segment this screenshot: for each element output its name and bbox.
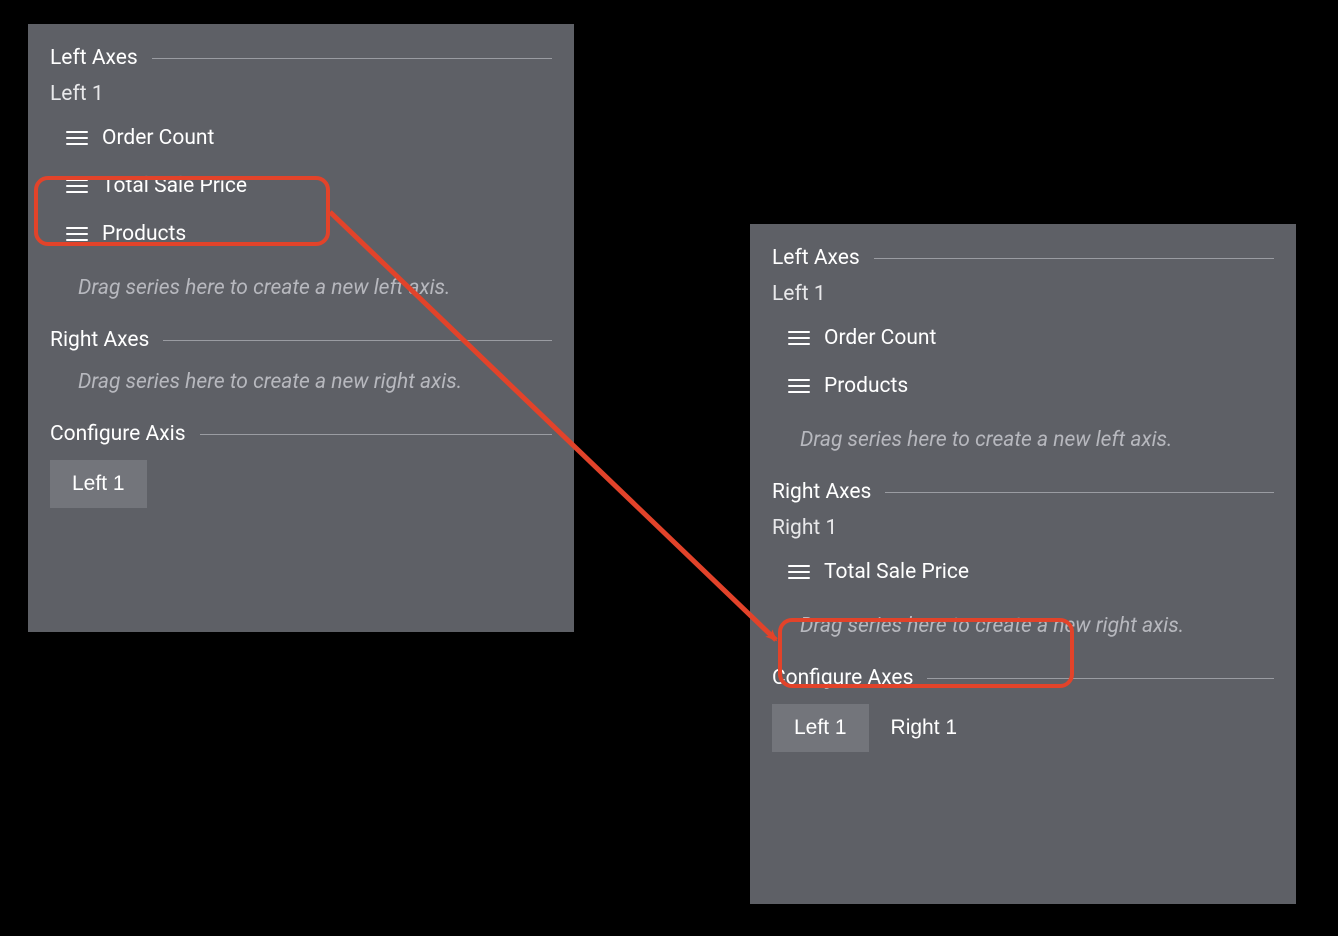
series-label: Order Count xyxy=(102,126,214,150)
configure-axis-header-label: Configure Axis xyxy=(50,422,186,446)
divider xyxy=(874,258,1274,259)
new-right-axis-dropzone[interactable]: Drag series here to create a new right a… xyxy=(78,370,552,394)
axis-name-left1[interactable]: Left 1 xyxy=(50,82,552,106)
right-axes-header: Right Axes xyxy=(772,480,1274,504)
drag-handle-icon[interactable] xyxy=(66,131,88,145)
divider xyxy=(200,434,552,435)
drag-handle-icon[interactable] xyxy=(66,227,88,241)
left1-series-list: Order Count Total Sale Price Products xyxy=(60,114,552,258)
tab-left1[interactable]: Left 1 xyxy=(772,704,869,752)
left-axes-header-label: Left Axes xyxy=(50,46,138,70)
series-label: Order Count xyxy=(824,326,936,350)
left1-series-list: Order Count Products xyxy=(782,314,1274,410)
series-total-sale-price[interactable]: Total Sale Price xyxy=(60,162,552,210)
left-axes-header-label: Left Axes xyxy=(772,246,860,270)
series-products[interactable]: Products xyxy=(782,362,1274,410)
divider xyxy=(927,678,1274,679)
drag-handle-icon[interactable] xyxy=(788,565,810,579)
drag-handle-icon[interactable] xyxy=(788,331,810,345)
configure-axes-header-label: Configure Axes xyxy=(772,666,913,690)
configure-axes-tabs: Left 1 Right 1 xyxy=(772,704,1274,752)
new-right-axis-dropzone[interactable]: Drag series here to create a new right a… xyxy=(800,614,1274,638)
right-axes-header-label: Right Axes xyxy=(772,480,871,504)
configure-axes-header: Configure Axes xyxy=(772,666,1274,690)
series-label: Total Sale Price xyxy=(102,174,247,198)
configure-axis-tabs: Left 1 xyxy=(50,460,552,508)
series-label: Products xyxy=(102,222,186,246)
left-axes-header: Left Axes xyxy=(50,46,552,70)
series-total-sale-price[interactable]: Total Sale Price xyxy=(782,548,1274,596)
drag-handle-icon[interactable] xyxy=(788,379,810,393)
new-left-axis-dropzone[interactable]: Drag series here to create a new left ax… xyxy=(800,428,1274,452)
series-label: Products xyxy=(824,374,908,398)
series-label: Total Sale Price xyxy=(824,560,969,584)
divider xyxy=(163,340,552,341)
right-axes-header: Right Axes xyxy=(50,328,552,352)
configure-axis-header: Configure Axis xyxy=(50,422,552,446)
axes-config-panel-before: Left Axes Left 1 Order Count Total Sale … xyxy=(28,24,574,632)
right1-series-list: Total Sale Price xyxy=(782,548,1274,596)
series-order-count[interactable]: Order Count xyxy=(782,314,1274,362)
axis-name-right1[interactable]: Right 1 xyxy=(772,516,1274,540)
axis-name-left1[interactable]: Left 1 xyxy=(772,282,1274,306)
drag-handle-icon[interactable] xyxy=(66,179,88,193)
tab-right1[interactable]: Right 1 xyxy=(869,704,980,752)
series-products[interactable]: Products xyxy=(60,210,552,258)
left-axes-header: Left Axes xyxy=(772,246,1274,270)
series-order-count[interactable]: Order Count xyxy=(60,114,552,162)
tab-left1[interactable]: Left 1 xyxy=(50,460,147,508)
divider xyxy=(152,58,552,59)
axes-config-panel-after: Left Axes Left 1 Order Count Products Dr… xyxy=(750,224,1296,904)
new-left-axis-dropzone[interactable]: Drag series here to create a new left ax… xyxy=(78,276,552,300)
divider xyxy=(885,492,1274,493)
right-axes-header-label: Right Axes xyxy=(50,328,149,352)
